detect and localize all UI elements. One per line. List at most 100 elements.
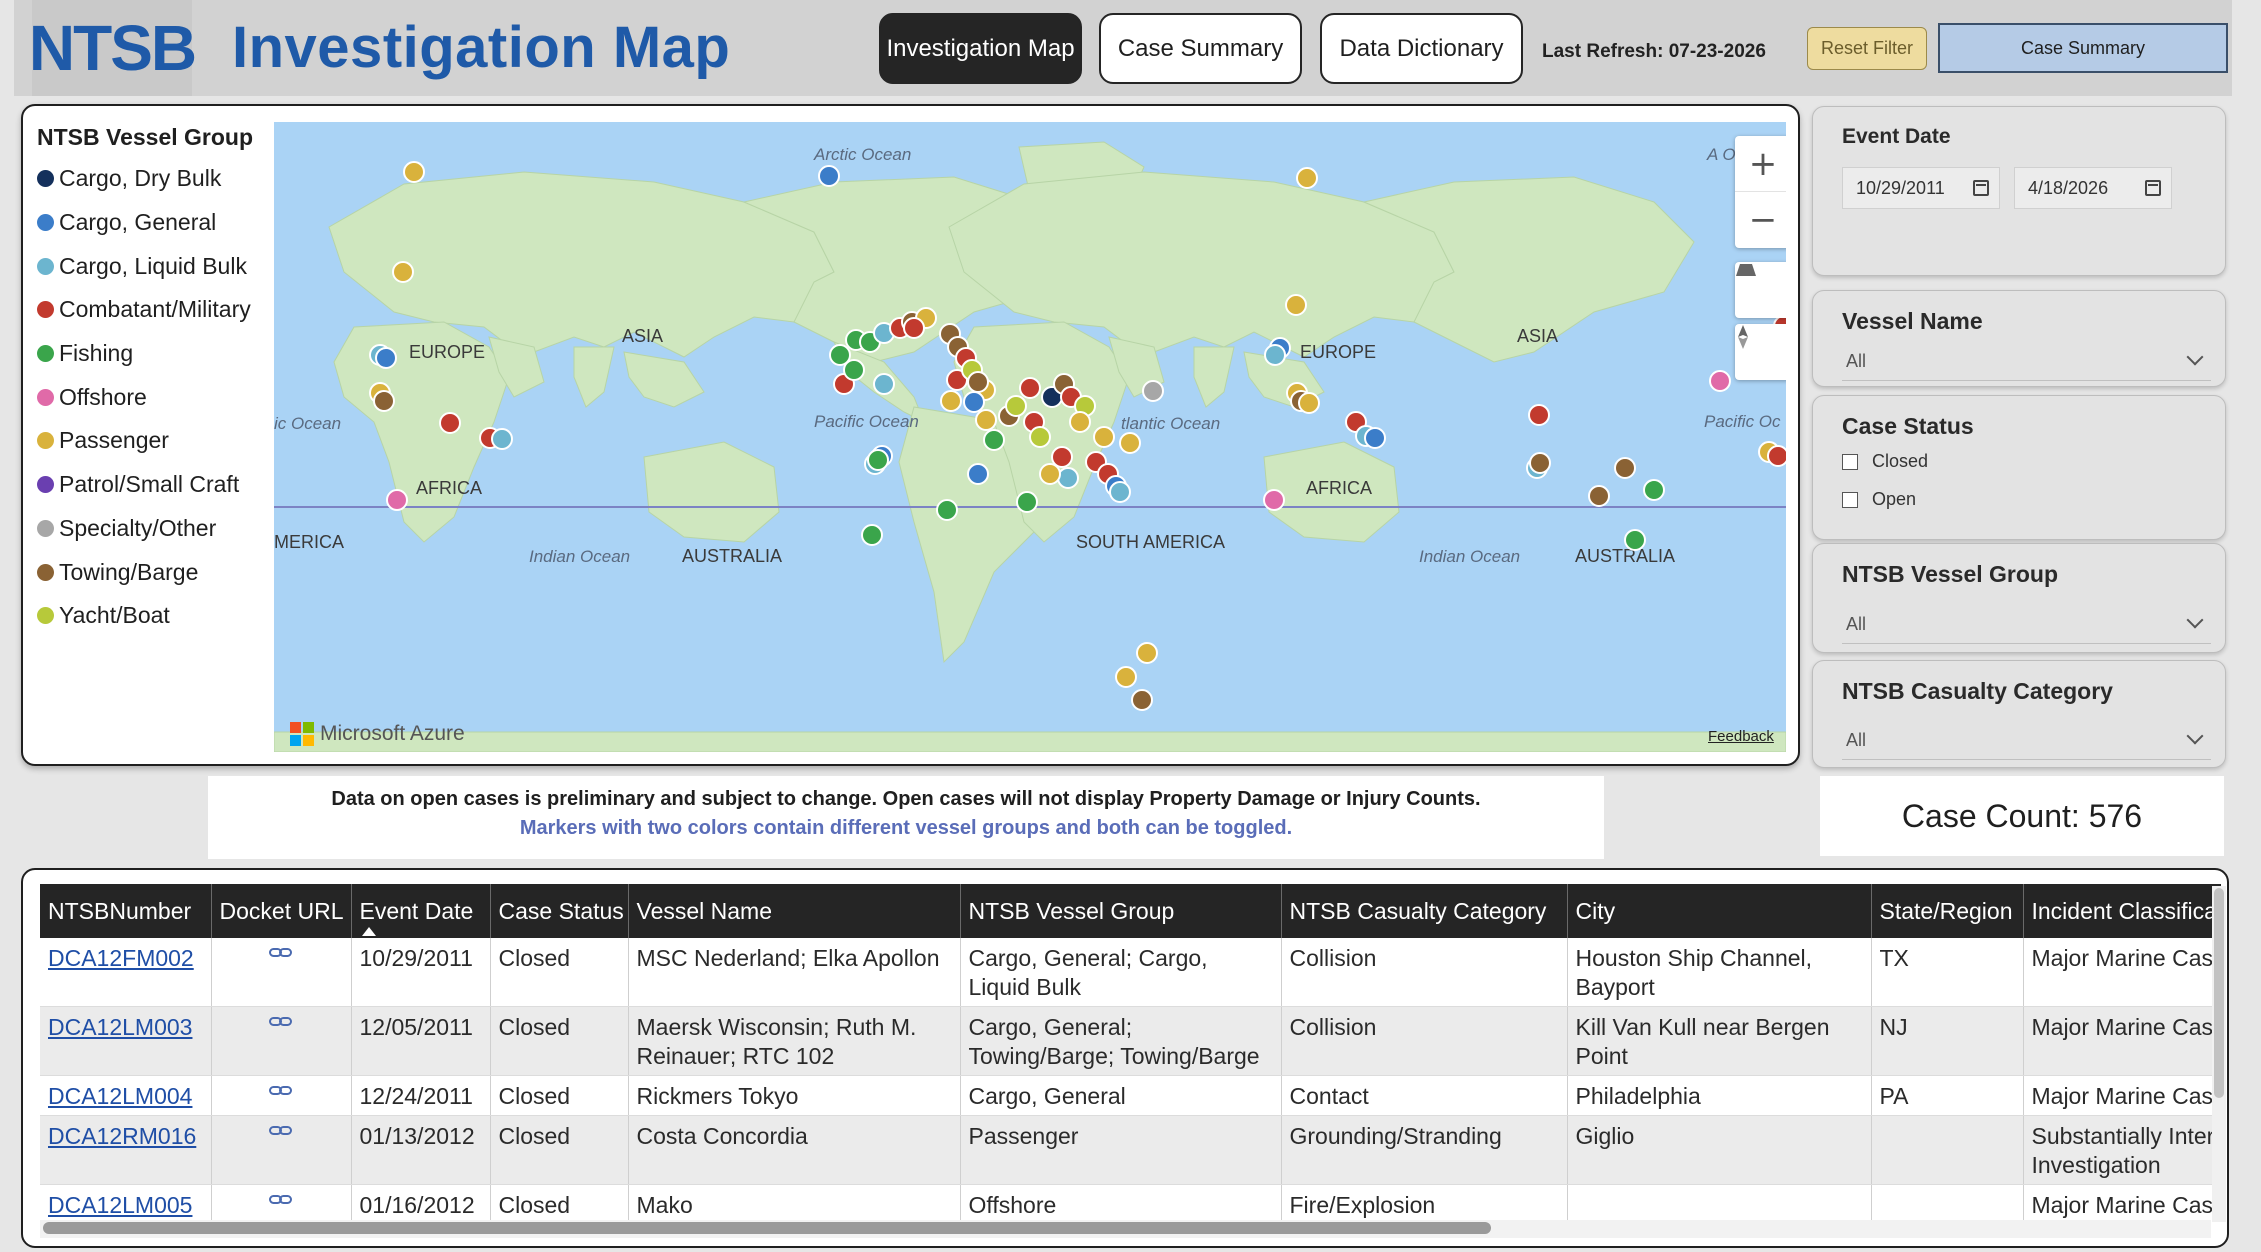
- incident-marker[interactable]: [386, 489, 408, 511]
- column-header[interactable]: Incident Classification: [2023, 884, 2221, 938]
- casualty-category-dropdown[interactable]: All: [1842, 722, 2211, 760]
- incident-marker[interactable]: [1767, 445, 1786, 467]
- legend-item[interactable]: Fishing: [37, 332, 253, 376]
- column-header[interactable]: State/Region: [1871, 884, 2024, 938]
- legend-item[interactable]: Passenger: [37, 419, 253, 463]
- docket-url-cell[interactable]: [211, 938, 352, 1007]
- tab-case-summary[interactable]: Case Summary: [1099, 13, 1302, 84]
- incident-marker[interactable]: [983, 429, 1005, 451]
- incident-marker[interactable]: [1131, 689, 1153, 711]
- incident-marker[interactable]: [1264, 344, 1286, 366]
- legend-item[interactable]: Specialty/Other: [37, 507, 253, 551]
- incident-marker[interactable]: [1528, 404, 1550, 426]
- column-header[interactable]: Case Status: [490, 884, 629, 938]
- table-row[interactable]: DCA12FM002 10/29/2011 Closed MSC Nederland;…: [40, 938, 2221, 1007]
- incident-marker[interactable]: [861, 524, 883, 546]
- calendar-icon[interactable]: [2145, 180, 2161, 196]
- incident-marker[interactable]: [1051, 446, 1073, 468]
- incident-marker[interactable]: [1016, 491, 1038, 513]
- link-icon[interactable]: [268, 1015, 294, 1029]
- table-row[interactable]: DCA12LM003 12/05/2011 Closed Maersk Wiscons…: [40, 1006, 2221, 1076]
- incident-marker[interactable]: [1057, 467, 1079, 489]
- incident-marker[interactable]: [1285, 294, 1307, 316]
- column-header[interactable]: Vessel Name: [628, 884, 961, 938]
- incident-marker[interactable]: [1588, 485, 1610, 507]
- ntsb-number-link[interactable]: DCA12LM004: [40, 1075, 212, 1116]
- docket-url-cell[interactable]: [211, 1006, 352, 1076]
- legend-item[interactable]: Patrol/Small Craft: [37, 463, 253, 507]
- case-status-open[interactable]: Open: [1842, 489, 1916, 510]
- ntsb-number-link[interactable]: DCA12RM016: [40, 1115, 212, 1185]
- incident-marker[interactable]: [1364, 427, 1386, 449]
- case-summary-button[interactable]: Case Summary: [1938, 23, 2228, 73]
- table-viewport[interactable]: NTSBNumber Docket URL Event Date Case Statu…: [40, 884, 2221, 1224]
- incident-marker[interactable]: [867, 449, 889, 471]
- incident-marker[interactable]: [963, 391, 985, 413]
- feedback-link[interactable]: Feedback: [1708, 728, 1774, 745]
- end-date-input[interactable]: 4/18/2026: [2014, 167, 2172, 209]
- incident-marker[interactable]: [491, 428, 513, 450]
- incident-marker[interactable]: [873, 373, 895, 395]
- incident-marker[interactable]: [1298, 392, 1320, 414]
- table-row[interactable]: DCA12LM004 12/24/2011 Closed Rickmers Tokyo…: [40, 1075, 2221, 1116]
- incident-marker[interactable]: [1263, 489, 1285, 511]
- incident-marker[interactable]: [829, 344, 851, 366]
- incident-marker[interactable]: [1115, 666, 1137, 688]
- incident-marker[interactable]: [1709, 370, 1731, 392]
- incident-marker[interactable]: [1296, 167, 1318, 189]
- incident-marker[interactable]: [1019, 377, 1041, 399]
- link-icon[interactable]: [268, 1193, 294, 1207]
- tab-data-dictionary[interactable]: Data Dictionary: [1320, 13, 1523, 84]
- vessel-group-dropdown[interactable]: All: [1842, 606, 2211, 644]
- incident-marker[interactable]: [818, 165, 840, 187]
- incident-marker[interactable]: [1614, 457, 1636, 479]
- link-icon[interactable]: [268, 1084, 294, 1098]
- incident-marker[interactable]: [392, 261, 414, 283]
- incident-marker[interactable]: [1624, 529, 1646, 551]
- column-header[interactable]: NTSB Vessel Group: [960, 884, 1282, 938]
- incident-marker[interactable]: [1093, 426, 1115, 448]
- incident-marker[interactable]: [1142, 380, 1164, 402]
- incident-marker[interactable]: [439, 412, 461, 434]
- compass-button[interactable]: [1735, 324, 1786, 380]
- link-icon[interactable]: [268, 1124, 294, 1138]
- incident-marker[interactable]: [1119, 432, 1141, 454]
- legend-item[interactable]: Cargo, Liquid Bulk: [37, 244, 253, 288]
- incident-marker[interactable]: [940, 390, 962, 412]
- incident-marker[interactable]: [1109, 481, 1131, 503]
- column-header[interactable]: NTSBNumber: [40, 884, 212, 938]
- incident-marker[interactable]: [967, 371, 989, 393]
- vertical-scroll-thumb[interactable]: [2214, 888, 2224, 1098]
- incident-marker[interactable]: [1029, 426, 1051, 448]
- open-checkbox[interactable]: [1842, 491, 1858, 508]
- map-canvas[interactable]: Arctic Ocean A Oc Pacific Ocean Pacific …: [274, 122, 1786, 752]
- tab-investigation-map[interactable]: Investigation Map: [879, 13, 1082, 84]
- incident-marker[interactable]: [975, 409, 997, 431]
- docket-url-cell[interactable]: [211, 1184, 352, 1224]
- docket-url-cell[interactable]: [211, 1115, 352, 1185]
- reset-filter-button[interactable]: Reset Filter: [1807, 27, 1927, 70]
- incident-marker[interactable]: [967, 463, 989, 485]
- legend-item[interactable]: Cargo, Dry Bulk: [37, 157, 253, 201]
- incident-marker[interactable]: [1039, 463, 1061, 485]
- legend-item[interactable]: Combatant/Military: [37, 288, 253, 332]
- link-icon[interactable]: [268, 946, 294, 960]
- incident-marker[interactable]: [1643, 479, 1665, 501]
- ntsb-number-link[interactable]: DCA12LM005: [40, 1184, 212, 1224]
- zoom-out-button[interactable]: −: [1735, 192, 1786, 248]
- start-date-input[interactable]: 10/29/2011: [1842, 167, 2000, 209]
- legend-item[interactable]: Cargo, General: [37, 201, 253, 245]
- table-row[interactable]: DCA12RM016 01/13/2012 Closed Costa Concordi…: [40, 1115, 2221, 1185]
- ntsb-number-link[interactable]: DCA12FM002: [40, 938, 212, 1007]
- incident-marker[interactable]: [375, 347, 397, 369]
- ntsb-number-link[interactable]: DCA12LM003: [40, 1006, 212, 1076]
- horizontal-scroll-thumb[interactable]: [43, 1222, 1491, 1234]
- column-header[interactable]: City: [1567, 884, 1872, 938]
- pitch-toggle-button[interactable]: [1735, 262, 1786, 318]
- zoom-in-button[interactable]: +: [1735, 136, 1786, 192]
- column-header[interactable]: NTSB Casualty Category: [1281, 884, 1568, 938]
- docket-url-cell[interactable]: [211, 1075, 352, 1116]
- legend-item[interactable]: Offshore: [37, 375, 253, 419]
- column-header[interactable]: Docket URL: [211, 884, 352, 938]
- vessel-name-dropdown[interactable]: All: [1842, 343, 2211, 381]
